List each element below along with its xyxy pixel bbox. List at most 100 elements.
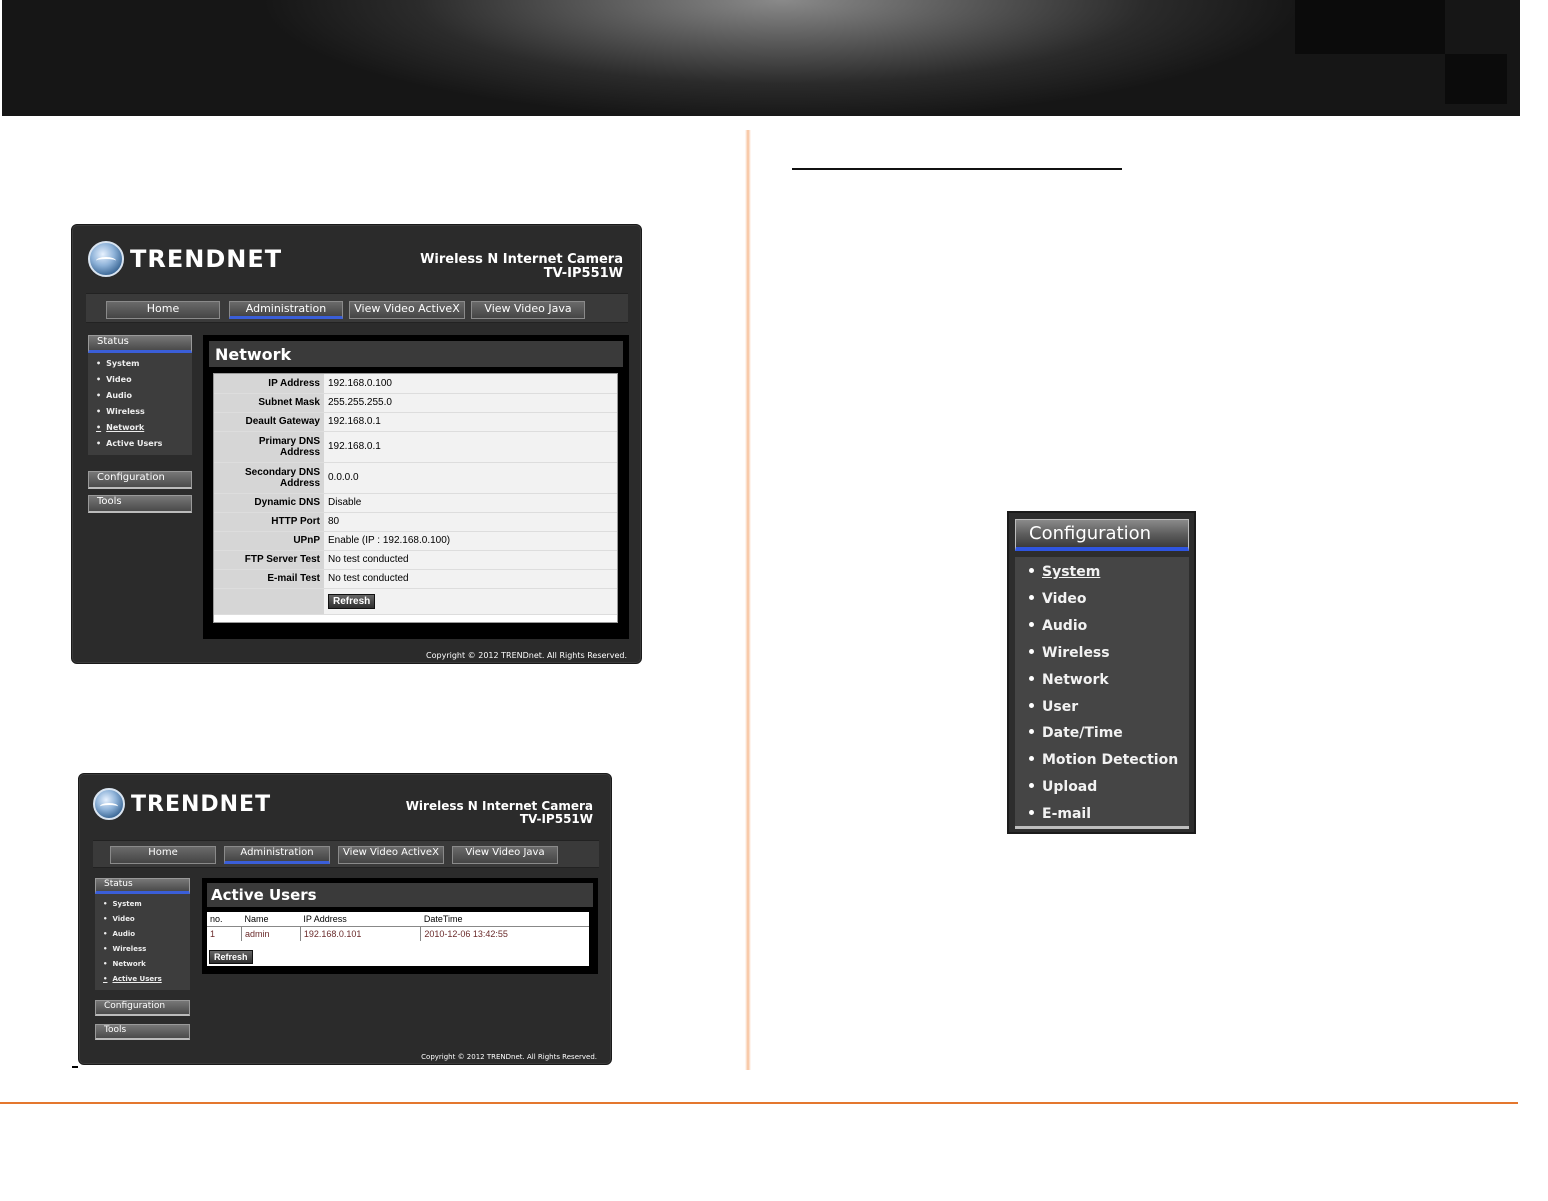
main-nav: Home Administration View Video ActiveX V… [86, 293, 628, 323]
sidebar-tools[interactable]: Tools [88, 495, 192, 513]
copyright-text: Copyright © 2012 TRENDnet. All Rights Re… [421, 1053, 597, 1061]
nav-home-button[interactable]: Home [106, 301, 220, 319]
row-key: HTTP Port [214, 512, 324, 532]
row-key: Subnet Mask [214, 393, 324, 413]
sidebar-item-video[interactable]: Video [96, 372, 192, 388]
nav-view-activex-button[interactable]: View Video ActiveX [338, 846, 444, 864]
active-users-table: no. Name IP Address DateTime 1 admin 192… [207, 912, 589, 966]
configuration-menu-list: System Video Audio Wireless Network User… [1015, 557, 1189, 829]
bullet-icon [1029, 809, 1034, 815]
sidebar-item-wireless[interactable]: Wireless [96, 404, 192, 420]
camera-screenshot-active-users: TRENDNET Wireless N Internet Camera TV-I… [78, 773, 612, 1065]
sidebar-item-active-users[interactable]: Active Users [96, 436, 192, 452]
sidebar-item-network[interactable]: Network [96, 420, 192, 436]
config-item-audio[interactable]: Audio [1029, 618, 1087, 634]
configuration-menu-header[interactable]: Configuration [1015, 519, 1189, 551]
config-item-system[interactable]: System [1029, 564, 1100, 580]
bullet-icon [1029, 567, 1034, 573]
cell-ip: 192.168.0.101 [299, 926, 421, 941]
sidebar-configuration[interactable]: Configuration [95, 1000, 190, 1016]
trendnet-logo: TRENDNET [88, 241, 282, 277]
sidebar-status-list: System Video Audio Wireless Network Acti… [95, 894, 190, 990]
sidebar: Status System Video Audio Wireless Netwo… [95, 878, 190, 1040]
page-header-banner [2, 0, 1520, 116]
row-key: Secondary DNS Address [214, 462, 324, 494]
model-name: TV-IP551W [519, 811, 593, 826]
logo-text: TRENDNET [130, 245, 283, 273]
row-key: Primary DNS Address [214, 431, 324, 463]
bullet-icon [1029, 702, 1034, 708]
sidebar-item-active-users[interactable]: Active Users [103, 972, 190, 987]
row-key: Deault Gateway [214, 412, 324, 432]
row-value: No test conducted [324, 569, 617, 589]
row-value: Enable (IP : 192.168.0.100) [324, 531, 617, 551]
config-item-upload[interactable]: Upload [1029, 779, 1097, 795]
sidebar-item-audio[interactable]: Audio [103, 927, 190, 942]
section-rule [792, 168, 1122, 170]
sidebar-item-video[interactable]: Video [103, 912, 190, 927]
cell-no: 1 [210, 929, 216, 939]
network-panel: Network IP Address 192.168.0.100 Subnet M… [203, 335, 629, 639]
logo-text: TRENDNET [131, 791, 272, 817]
column-divider [745, 130, 751, 1070]
config-item-wireless[interactable]: Wireless [1029, 645, 1110, 661]
camera-title: Wireless N Internet Camera TV-IP551W [420, 253, 623, 280]
nav-view-java-button[interactable]: View Video Java [452, 846, 558, 864]
sidebar: Status System Video Audio Wireless Netwo… [88, 335, 192, 513]
nav-view-activex-button[interactable]: View Video ActiveX [349, 301, 465, 319]
camera-title: Wireless N Internet Camera TV-IP551W [406, 800, 593, 825]
config-item-email[interactable]: E-mail [1029, 806, 1091, 822]
product-name: Wireless N Internet Camera [405, 799, 593, 813]
sidebar-status-list: System Video Audio Wireless Network Acti… [88, 353, 192, 455]
sidebar-item-system[interactable]: System [103, 897, 190, 912]
panel-title: Active Users [211, 886, 317, 904]
row-value: 255.255.255.0 [324, 393, 617, 413]
bullet-icon [1029, 782, 1034, 788]
copyright-text: Copyright © 2012 TRENDnet. All Rights Re… [426, 651, 627, 660]
sidebar-item-system[interactable]: System [96, 356, 192, 372]
refresh-button[interactable]: Refresh [328, 593, 376, 609]
bullet-icon [1029, 675, 1034, 681]
row-value: No test conducted [324, 550, 617, 570]
cell-name: admin [241, 926, 301, 941]
page-mark [72, 1066, 78, 1068]
row-key: IP Address [214, 374, 324, 394]
trendnet-logo: TRENDNET [93, 788, 271, 820]
sidebar-item-network[interactable]: Network [103, 957, 190, 972]
banner-block [1445, 54, 1507, 104]
sidebar-item-wireless[interactable]: Wireless [103, 942, 190, 957]
config-item-datetime[interactable]: Date/Time [1029, 725, 1123, 741]
nav-view-java-button[interactable]: View Video Java [471, 301, 585, 319]
nav-administration-button[interactable]: Administration [229, 301, 343, 319]
nav-administration-button[interactable]: Administration [224, 846, 330, 864]
table-row: 1 admin 192.168.0.101 2010-12-06 13:42:5… [207, 926, 589, 941]
row-value: 80 [324, 512, 617, 532]
row-value: 192.168.0.100 [324, 374, 617, 394]
config-item-motion-detection[interactable]: Motion Detection [1029, 752, 1178, 768]
config-item-user[interactable]: User [1029, 699, 1078, 715]
sidebar-tools[interactable]: Tools [95, 1024, 190, 1040]
config-item-network[interactable]: Network [1029, 672, 1109, 688]
sidebar-status[interactable]: Status [95, 878, 190, 894]
row-value: 192.168.0.1 [324, 412, 617, 432]
main-nav: Home Administration View Video ActiveX V… [93, 840, 599, 868]
sidebar-status[interactable]: Status [88, 335, 192, 353]
trendnet-logo-icon [93, 788, 125, 820]
product-name: Wireless N Internet Camera [420, 252, 623, 267]
col-datetime: DateTime [420, 912, 589, 927]
trendnet-logo-icon [88, 241, 124, 277]
active-users-panel: Active Users no. Name IP Address DateTim… [202, 878, 598, 974]
sidebar-item-audio[interactable]: Audio [96, 388, 192, 404]
row-key: FTP Server Test [214, 550, 324, 570]
row-key: UPnP [214, 531, 324, 551]
refresh-button[interactable]: Refresh [209, 950, 253, 964]
nav-home-button[interactable]: Home [110, 846, 216, 864]
bullet-icon [1029, 728, 1034, 734]
config-item-video[interactable]: Video [1029, 591, 1087, 607]
bullet-icon [1029, 594, 1034, 600]
row-value: Refresh [324, 588, 617, 615]
sidebar-configuration[interactable]: Configuration [88, 471, 192, 489]
bullet-icon [1029, 621, 1034, 627]
banner-block [1295, 0, 1445, 54]
bullet-icon [1029, 648, 1034, 654]
